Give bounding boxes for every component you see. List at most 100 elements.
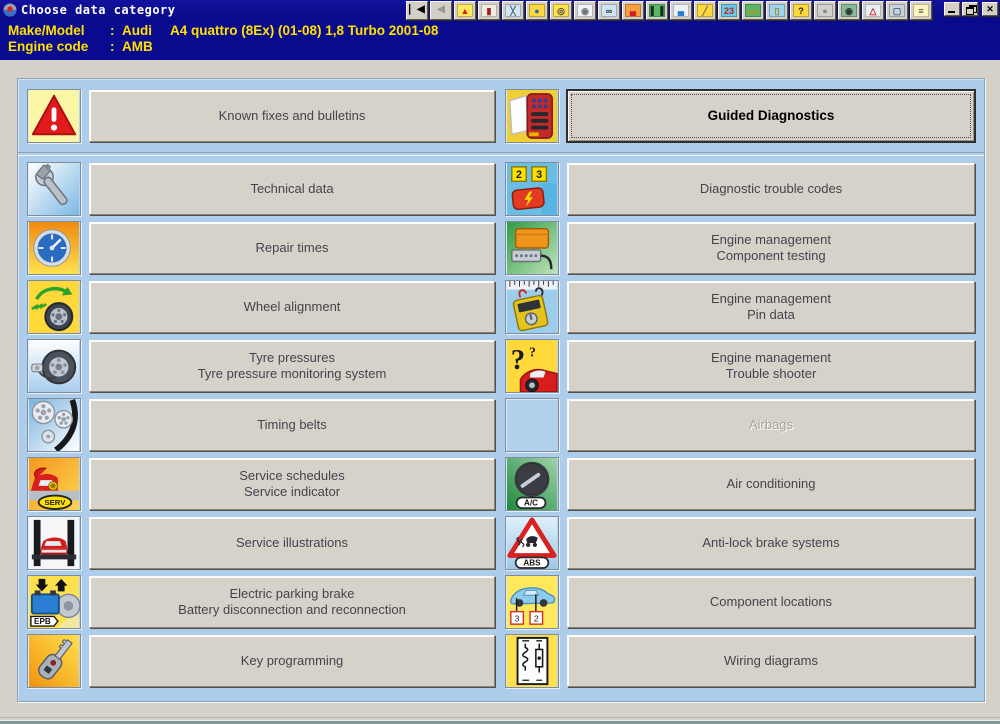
category-label: Pin data <box>747 307 795 323</box>
gauge-icon <box>27 221 81 275</box>
minimize-button[interactable] <box>944 2 960 16</box>
category-label: Service schedules <box>239 468 345 484</box>
category-label: Guided Diagnostics <box>708 108 835 124</box>
toolbar-wheel-alignment-button[interactable]: ◎ <box>550 1 572 20</box>
timing-belt-icon <box>27 398 81 452</box>
category-button-tyre-pressures[interactable]: Tyre pressuresTyre pressure monitoring s… <box>89 340 495 392</box>
toolbar-service-illustrations-button[interactable]: ▌▐ <box>646 1 668 20</box>
category-row: Service illustrations ABS Anti-lock brake … <box>27 516 975 570</box>
category-button-timing-belts[interactable]: Timing belts <box>89 399 495 451</box>
vehicle-header: Make/Model : Audi A4 quattro (8Ex) (01-0… <box>0 20 1000 60</box>
category-button-engine-pin-data[interactable]: Engine managementPin data <box>567 281 975 333</box>
question-car-icon: ?? <box>505 339 559 393</box>
svg-text:EPB: EPB <box>34 617 51 626</box>
nav-first-icon: ▏◀ <box>409 4 425 17</box>
trouble-shooter-icon: ? <box>793 4 809 17</box>
category-row: SERVService schedulesService indicatorA/… <box>27 457 975 511</box>
tyres-icon: ◉ <box>577 4 593 17</box>
toolbar-abs-button[interactable]: △ <box>862 1 884 20</box>
category-label: Technical data <box>250 181 333 197</box>
model-value: A4 quattro (8Ex) (01-08) 1,8 Turbo 2001-… <box>170 23 438 39</box>
toolbar-component-locations-button[interactable]: ▢ <box>886 1 908 20</box>
wheel-alignment-icon <box>27 280 81 334</box>
category-button-service-schedules[interactable]: Service schedulesService indicator <box>89 458 495 510</box>
category-label: Wheel alignment <box>244 299 341 315</box>
svg-text:3: 3 <box>515 613 520 623</box>
toolbar-component-testing-button[interactable]: ▭ <box>742 1 764 20</box>
category-button-electric-parking-brake[interactable]: Electric parking brakeBattery disconnect… <box>89 576 495 628</box>
electric-parking-brake-icon: ▄ <box>673 4 689 17</box>
toolbar-bulletins-button[interactable]: ▮ <box>478 1 500 20</box>
category-button-wheel-alignment[interactable]: Wheel alignment <box>89 281 495 333</box>
toolbar-airbags-button[interactable]: ● <box>814 1 836 20</box>
service-car-icon: SERV <box>27 457 81 511</box>
toolbar-wiring-diagrams-button[interactable]: ≡ <box>910 1 932 20</box>
diagnostic-tool-icon <box>505 89 559 143</box>
category-row: Technical data 2 3 Diagnostic trouble codes <box>27 162 975 216</box>
category-label: Component testing <box>716 248 825 264</box>
toolbar-trouble-shooter-button[interactable]: ? <box>790 1 812 20</box>
toolbar-tyres-button[interactable]: ◉ <box>574 1 596 20</box>
close-button[interactable]: ✕ <box>982 2 998 16</box>
category-button-diagnostic-trouble-codes[interactable]: Diagnostic trouble codes <box>567 163 975 215</box>
bulletins-icon: ▮ <box>481 4 497 17</box>
category-row: Timing belts Airbags <box>27 398 975 452</box>
toolbar-repair-times-button[interactable]: ● <box>526 1 548 20</box>
main-area: Known fixes and bulletins Guided Diagnost… <box>0 60 1000 724</box>
svg-text:2: 2 <box>516 169 522 181</box>
category-button-airbags[interactable]: Airbags <box>567 399 975 451</box>
toolbar-technical-data-button[interactable]: ╳ <box>502 1 524 20</box>
airbags-empty-icon <box>505 398 559 452</box>
technical-data-icon: ╳ <box>505 4 521 17</box>
category-button-guided-diagnostics[interactable]: Guided Diagnostics <box>567 90 975 142</box>
toolbar-nav-first-button[interactable]: ▏◀ <box>406 1 428 20</box>
wrench-icon <box>27 162 81 216</box>
category-button-anti-lock-brake-systems[interactable]: Anti-lock brake systems <box>567 517 975 569</box>
category-button-key-programming[interactable]: Key programming <box>89 635 495 687</box>
toolbar-key-programming-button[interactable]: ╱ <box>694 1 716 20</box>
category-button-technical-data[interactable]: Technical data <box>89 163 495 215</box>
svg-text:?: ? <box>511 344 525 376</box>
abs-icon: △ <box>865 4 881 17</box>
toolbar-service-schedules-button[interactable]: ▄ <box>622 1 644 20</box>
service-schedules-icon: ▄ <box>625 4 641 17</box>
category-panel: Known fixes and bulletins Guided Diagnost… <box>17 78 985 702</box>
toolbar-timing-belts-button[interactable]: ∞ <box>598 1 620 20</box>
category-button-engine-component-testing[interactable]: Engine managementComponent testing <box>567 222 975 274</box>
window-title: Choose data category <box>21 3 176 17</box>
category-button-service-illustrations[interactable]: Service illustrations <box>89 517 495 569</box>
category-button-engine-trouble-shooter[interactable]: Engine managementTrouble shooter <box>567 340 975 392</box>
svg-text:ABS: ABS <box>523 559 541 568</box>
category-label: Component locations <box>710 594 832 610</box>
category-label: Airbags <box>749 417 793 433</box>
component-testing-icon: ▭ <box>745 4 761 17</box>
toolbar-trouble-codes-button[interactable]: 23 <box>718 1 740 20</box>
toolbar-pin-data-button[interactable]: ▯ <box>766 1 788 20</box>
ac-dial-icon: A/C <box>505 457 559 511</box>
category-button-wiring-diagrams[interactable]: Wiring diagrams <box>567 635 975 687</box>
window-controls: ✕ <box>942 2 998 16</box>
key-programming-icon: ╱ <box>697 4 713 17</box>
category-button-repair-times[interactable]: Repair times <box>89 222 495 274</box>
toolbar-known-fixes-button[interactable]: ▲ <box>454 1 476 20</box>
category-button-known-fixes[interactable]: Known fixes and bulletins <box>89 90 495 142</box>
ecu-icon <box>505 221 559 275</box>
svg-text:3: 3 <box>536 169 542 181</box>
category-button-air-conditioning[interactable]: Air conditioning <box>567 458 975 510</box>
toolbar-electric-parking-brake-button[interactable]: ▄ <box>670 1 692 20</box>
category-label: Trouble shooter <box>726 366 817 382</box>
restore-button[interactable] <box>962 2 978 16</box>
nav-back-icon: ◀ <box>433 4 449 17</box>
category-label: Key programming <box>241 653 344 669</box>
category-button-component-locations[interactable]: Component locations <box>567 576 975 628</box>
titlebar: Choose data category ▏◀◀▲▮╳●◎◉∞▄▌▐▄╱23▭▯… <box>0 0 1000 20</box>
toolbar-air-conditioning-button[interactable]: ◉ <box>838 1 860 20</box>
timing-belts-icon: ∞ <box>601 4 617 17</box>
warning-triangle-icon <box>27 89 81 143</box>
category-label: Anti-lock brake systems <box>702 535 839 551</box>
category-row: Tyre pressuresTyre pressure monitoring s… <box>27 339 975 393</box>
category-label: Timing belts <box>257 417 327 433</box>
toolbar-nav-back-button[interactable]: ◀ <box>430 1 452 20</box>
battery-epb-icon: EPB <box>27 575 81 629</box>
make-model-row: Make/Model : Audi A4 quattro (8Ex) (01-0… <box>8 23 1000 39</box>
